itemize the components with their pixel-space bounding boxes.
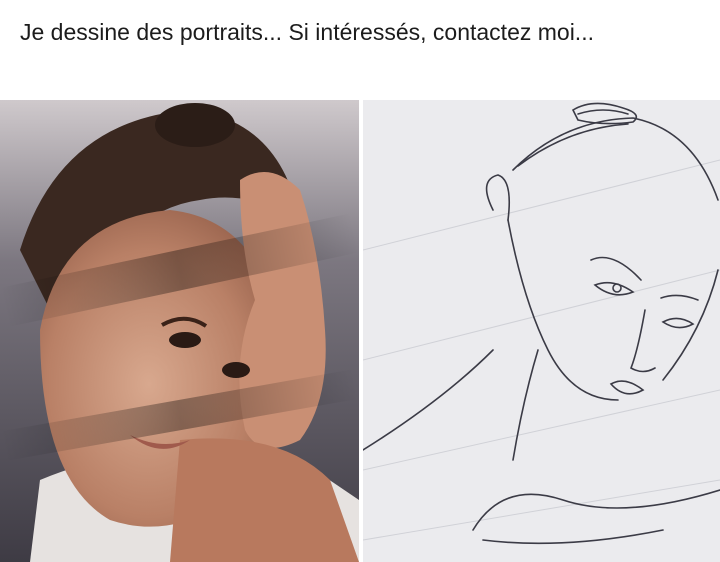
- post-caption: Je dessine des portraits... Si intéressé…: [20, 19, 594, 45]
- pencil-sketch: [363, 100, 720, 562]
- portrait-photo-illustration: [0, 100, 359, 562]
- pencil-sketch-illustration: [363, 100, 720, 562]
- portrait-photo: [0, 100, 359, 562]
